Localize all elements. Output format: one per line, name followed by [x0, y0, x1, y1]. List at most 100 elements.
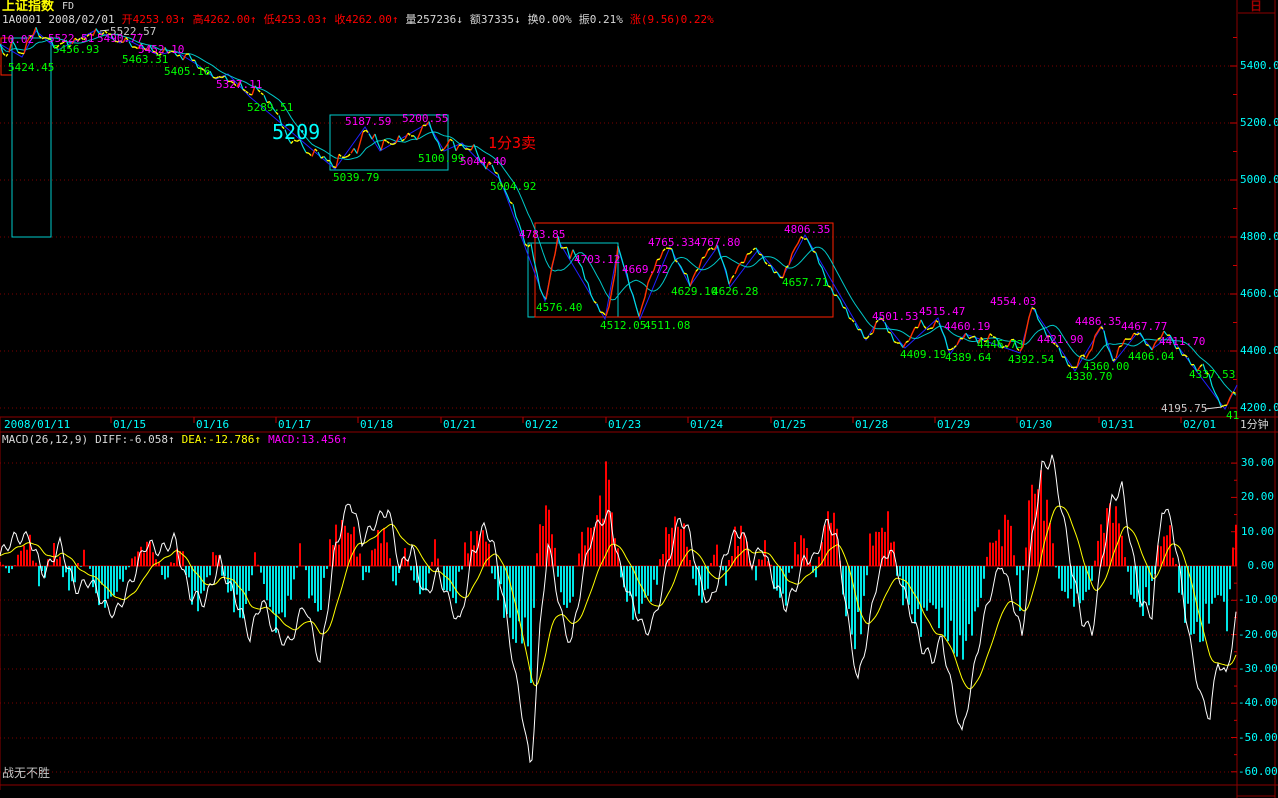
price-label: 4337.53 — [1189, 369, 1235, 380]
price-label-low-extreme: 4195.75 — [1161, 403, 1207, 414]
price-label: 41 — [1226, 410, 1239, 421]
price-label: 4576.40 — [536, 302, 582, 313]
price-label: 4511.08 — [644, 320, 690, 331]
label-pointer — [1205, 407, 1222, 409]
symbol-date: 1A0001 2008/02/01 — [2, 13, 115, 26]
price-label: 5200.55 — [402, 113, 448, 124]
price-line — [3, 31, 1236, 407]
app-window: 上证指数 FD 1A0001 2008/02/01开4253.03↑高4262.… — [0, 0, 1278, 798]
dea-value: DEA:-12.786↑ — [182, 433, 261, 446]
price-label: 4765.33 — [648, 237, 694, 248]
price-label: 5289.51 — [247, 102, 293, 113]
price-label: 5405.16 — [164, 66, 210, 77]
price-label: 5039.79 — [333, 172, 379, 183]
price-axis-label: 4200.0 — [1240, 402, 1278, 413]
price-label: 4669.72 — [622, 264, 668, 275]
price-label: 4360.00 — [1083, 361, 1129, 372]
low-value: 低4253.03↑ — [264, 13, 328, 26]
price-axis-label: 5200.0 — [1240, 117, 1278, 128]
period-day-button[interactable]: 日 — [1250, 0, 1262, 12]
high-value: 高4262.00↑ — [193, 13, 257, 26]
price-axis-label: 5400.0 — [1240, 60, 1278, 71]
price-axis-label: 4400.0 — [1240, 345, 1278, 356]
price-label: 10.02 — [1, 34, 34, 45]
macd-histogram-positive — [0, 461, 1236, 566]
price-label: 5100.99 — [418, 153, 464, 164]
price-label: 4460.19 — [944, 321, 990, 332]
diff-value: DIFF:-6.058↑ — [95, 433, 174, 446]
date-label: 01/25 — [773, 419, 806, 430]
index-flag: FD — [62, 2, 74, 12]
chart-canvas[interactable] — [0, 0, 1278, 798]
macd-params: MACD(26,12,9) — [2, 433, 88, 446]
price-label: 4783.85 — [519, 229, 565, 240]
macd-axis-label: -10.00 — [1238, 594, 1274, 605]
price-label: 4421.90 — [1037, 334, 1083, 345]
macd-axis-label: -30.00 — [1238, 663, 1274, 674]
price-label: 5456.93 — [53, 44, 99, 55]
price-axis-label: 4800.0 — [1240, 231, 1278, 242]
price-label: 4515.47 — [919, 306, 965, 317]
period-minute-button[interactable]: 1分钟 — [1240, 419, 1269, 430]
price-label: 4767.80 — [694, 237, 740, 248]
date-label: 01/24 — [690, 419, 723, 430]
price-label: 4446.73 — [977, 339, 1023, 350]
price-label: 4626.28 — [712, 286, 758, 297]
price-label: 4486.35 — [1075, 316, 1121, 327]
label-pointer — [100, 30, 109, 31]
change-value: 涨(9.56)0.22% — [630, 13, 714, 26]
price-label: 4411.70 — [1159, 336, 1205, 347]
annotation-sell-signal: 1分3卖 — [488, 136, 536, 151]
price-label: 4806.35 — [784, 224, 830, 235]
date-label: 01/28 — [855, 419, 888, 430]
date-label: 01/18 — [360, 419, 393, 430]
macd-histogram-negative — [6, 566, 1230, 683]
price-label: 4392.54 — [1008, 354, 1054, 365]
date-label: 01/22 — [525, 419, 558, 430]
price-label: 4389.64 — [945, 352, 991, 363]
date-label: 01/30 — [1019, 419, 1052, 430]
volume-value: 量257236↓ — [406, 13, 463, 26]
index-title: 上证指数 — [2, 0, 54, 13]
macd-axis-label: -50.00 — [1238, 732, 1274, 743]
price-label: 5490.77 — [97, 33, 143, 44]
date-label: 01/29 — [937, 419, 970, 430]
macd-axis-label: 10.00 — [1238, 526, 1274, 537]
date-label: 02/01 — [1183, 419, 1216, 430]
price-label: 4409.19 — [900, 349, 946, 360]
annotation-5209: 5209 — [272, 122, 320, 142]
amplitude-value: 振0.21% — [579, 13, 623, 26]
amount-value: 额37335↓ — [470, 13, 521, 26]
price-label: 4703.12 — [574, 254, 620, 265]
price-label: 5044.40 — [460, 156, 506, 167]
turnover-value: 换0.00% — [528, 13, 572, 26]
date-label: 01/15 — [113, 419, 146, 430]
macd-value: MACD:13.456↑ — [268, 433, 347, 446]
quote-info-bar: 1A0001 2008/02/01开4253.03↑高4262.00↑低4253… — [2, 14, 721, 25]
date-label: 01/31 — [1101, 419, 1134, 430]
price-label: 4629.10 — [671, 286, 717, 297]
price-label: 4501.53 — [872, 311, 918, 322]
macd-axis-label: 30.00 — [1238, 457, 1274, 468]
diff-line — [0, 455, 1236, 762]
price-up-strokes — [9, 27, 1233, 405]
price-label: 4657.71 — [782, 277, 828, 288]
price-label: 5187.59 — [345, 116, 391, 127]
macd-axis-label: 0.00 — [1238, 560, 1274, 571]
close-value: 收4262.00↑ — [335, 13, 399, 26]
macd-axis-label: 20.00 — [1238, 491, 1274, 502]
price-axis-label: 5000.0 — [1240, 174, 1278, 185]
price-label: 5004.92 — [490, 181, 536, 192]
macd-axis-label: -60.00 — [1238, 766, 1274, 777]
macd-axis-label: -20.00 — [1238, 629, 1274, 640]
date-label: 01/21 — [443, 419, 476, 430]
date-label: 01/16 — [196, 419, 229, 430]
price-label: 4512.05 — [600, 320, 646, 331]
date-label: 01/23 — [608, 419, 641, 430]
price-label: 4554.03 — [990, 296, 1036, 307]
price-label: 5424.45 — [8, 62, 54, 73]
date-label: 01/17 — [278, 419, 311, 430]
status-bar-text: 战无不胜 — [2, 767, 50, 779]
price-label: 4467.77 — [1121, 321, 1167, 332]
price-label: 5327.11 — [216, 79, 262, 90]
